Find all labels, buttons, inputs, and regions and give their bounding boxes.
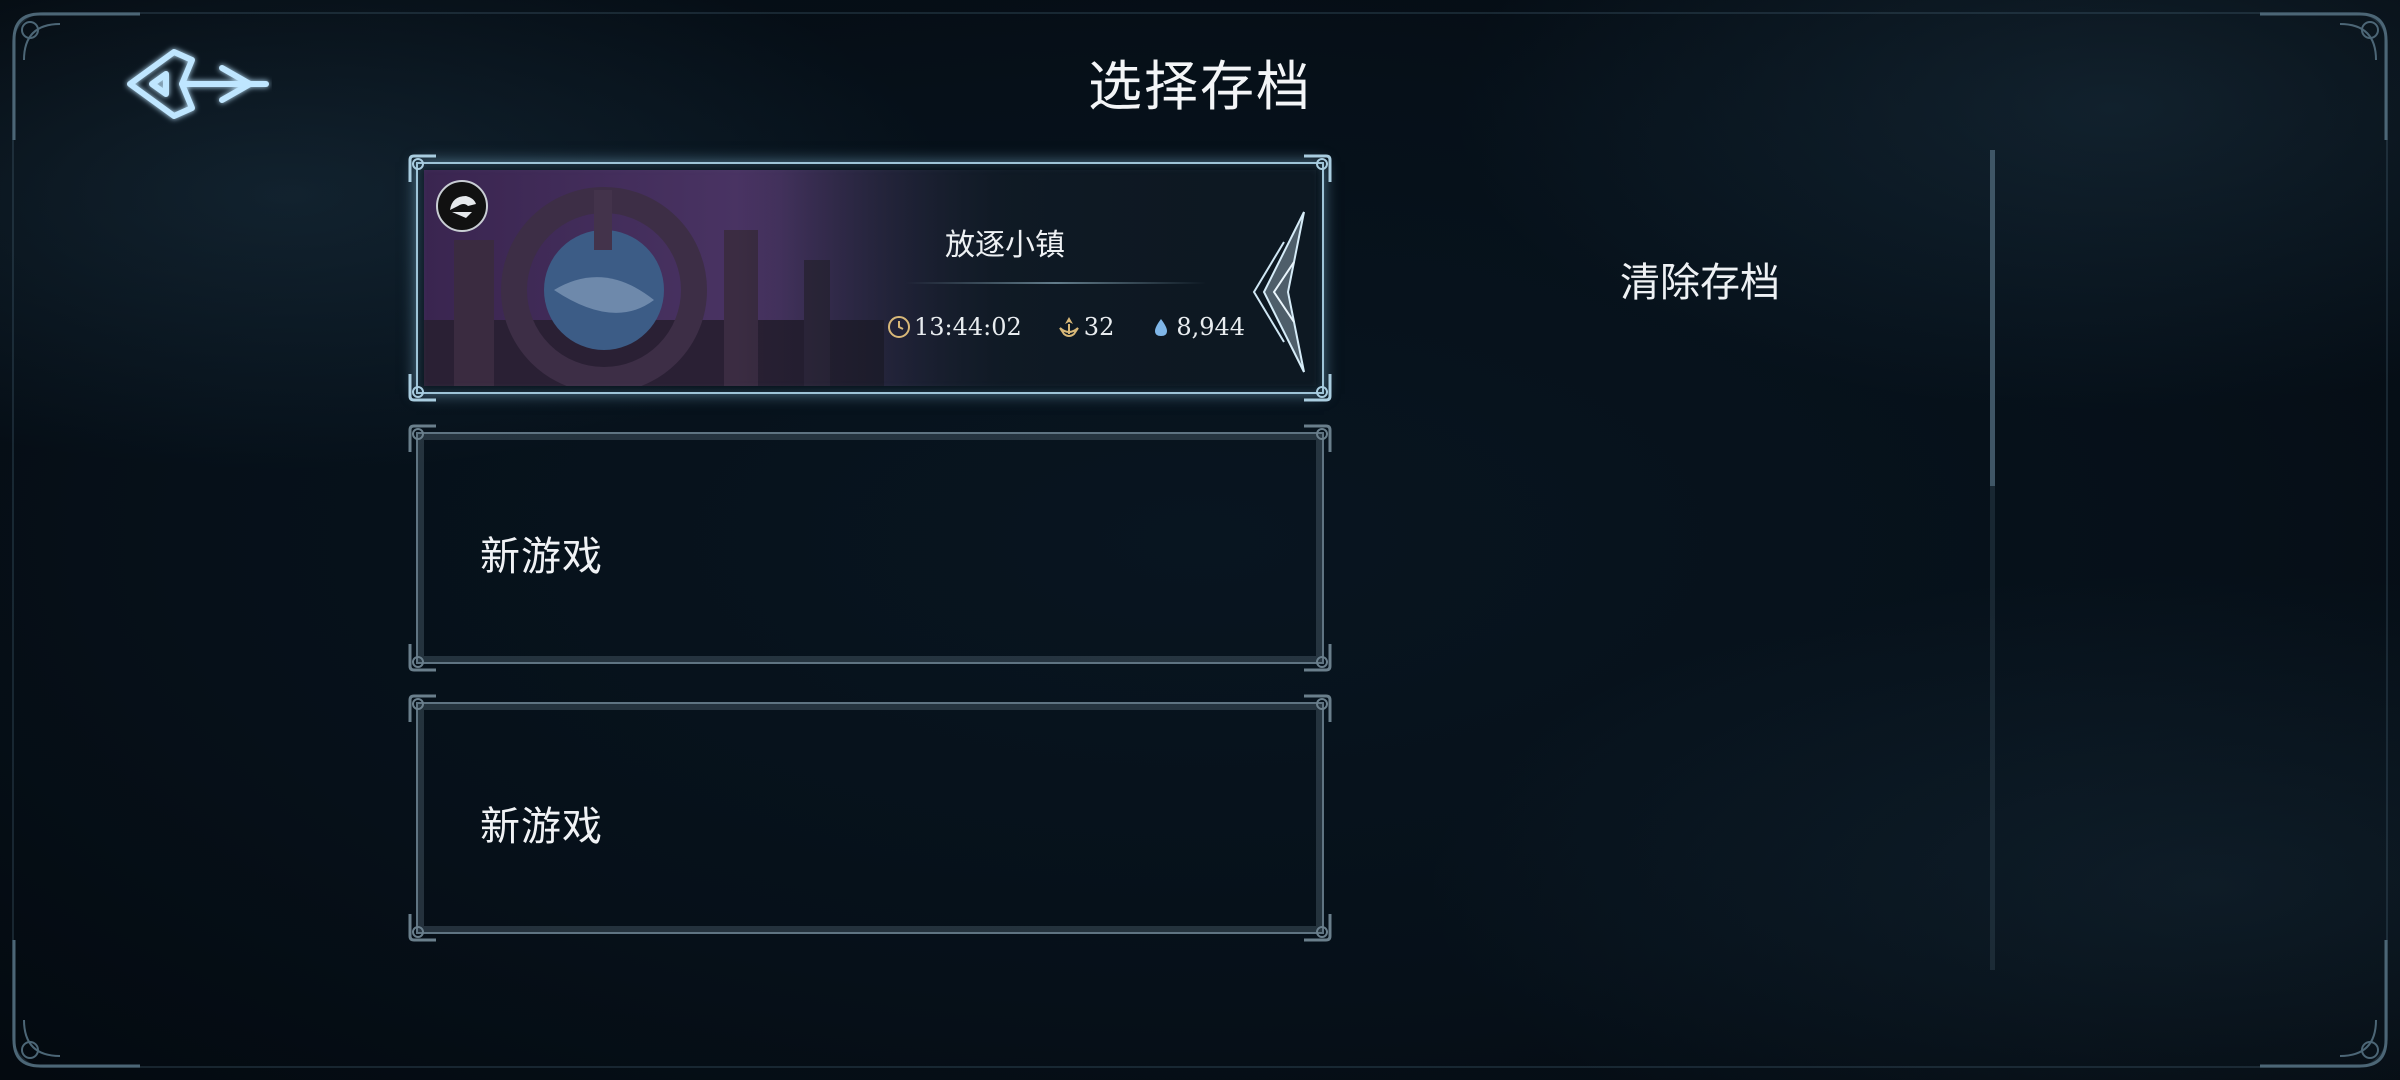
frame-corner-icon [1300, 422, 1334, 456]
save-location-name: 放逐小镇 [945, 228, 1065, 263]
frame-corner-icon [406, 152, 440, 186]
save-stats: 13:44:02 32 8,944 [886, 310, 1279, 344]
crest-icon [1056, 314, 1082, 340]
frame-corner-icon [406, 422, 440, 456]
scrollbar[interactable] [1990, 150, 1995, 970]
frame-corner-icon [406, 910, 440, 944]
currency-value: 8,944 [1176, 313, 1246, 341]
name-divider [906, 282, 1206, 284]
corner-ornament-icon [2250, 930, 2400, 1080]
save-slot-3[interactable]: 新游戏 [408, 694, 1332, 942]
frame-corner-icon [406, 640, 440, 674]
save-select-screen: 选择存档 放逐小镇 13:44:02 32 8,944 新游戏 新游戏 清除存档 [0, 0, 2400, 1080]
frame-corner-icon [1300, 692, 1334, 726]
clear-save-button[interactable]: 清除存档 [1600, 250, 1800, 310]
clock-icon [886, 314, 912, 340]
currency-stat: 8,944 [1148, 313, 1245, 341]
corner-ornament-icon [0, 930, 150, 1080]
save-slot-1[interactable]: 放逐小镇 13:44:02 32 8,944 [408, 154, 1332, 402]
playtime-value: 13:44:02 [914, 313, 1022, 341]
frame-corner-icon [406, 692, 440, 726]
water-drop-icon [1148, 314, 1174, 340]
frame-corner-icon [406, 370, 440, 404]
crystal-ornament-icon [1244, 202, 1314, 382]
level-value: 32 [1083, 313, 1115, 341]
scrollbar-thumb[interactable] [1990, 150, 1995, 486]
frame-corner-icon [1300, 152, 1334, 186]
new-game-label: 新游戏 [480, 534, 603, 580]
playtime-stat: 13:44:02 [886, 313, 1022, 341]
frame-corner-icon [1300, 910, 1334, 944]
character-emblem-icon [436, 180, 488, 232]
slot-frame [416, 162, 1324, 394]
save-slot-2[interactable]: 新游戏 [408, 424, 1332, 672]
level-stat: 32 [1056, 313, 1115, 341]
frame-corner-icon [1300, 640, 1334, 674]
page-title: 选择存档 [1088, 55, 1312, 118]
new-game-label: 新游戏 [480, 804, 603, 850]
